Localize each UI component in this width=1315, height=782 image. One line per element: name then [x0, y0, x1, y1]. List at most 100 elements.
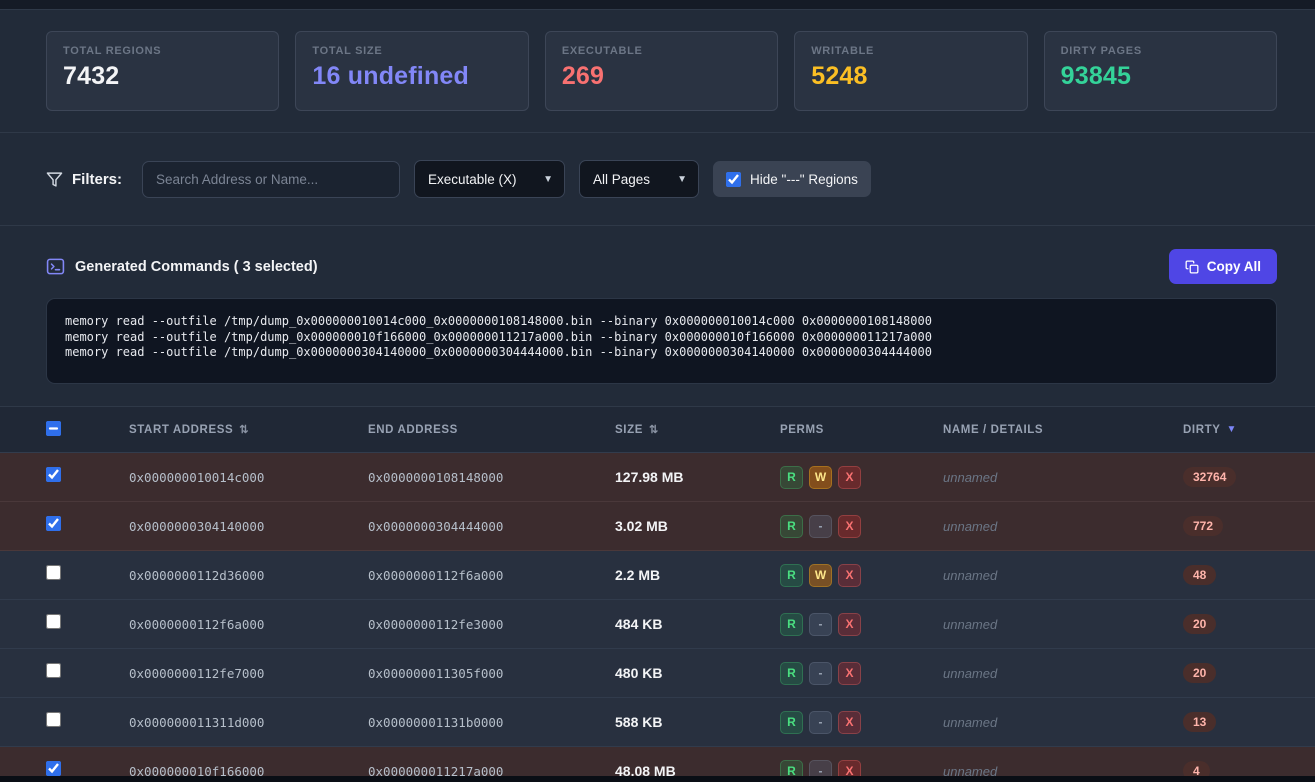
stats-row: TOTAL REGIONS 7432 TOTAL SIZE 16 undefin… [0, 10, 1315, 132]
end-address: 0x0000000112f6a000 [368, 568, 615, 583]
perms-badges: RWX [780, 564, 943, 587]
size-value: 2.2 MB [615, 567, 780, 583]
size-value: 480 KB [615, 665, 780, 681]
perm-badge: R [780, 711, 803, 734]
perm-badge: X [838, 466, 861, 489]
perm-badge: W [809, 564, 832, 587]
generated-commands-section: Generated Commands ( 3 selected) Copy Al… [0, 226, 1315, 407]
size-value: 484 KB [615, 616, 780, 632]
table-header: START ADDRESS ⇅ END ADDRESS SIZE ⇅ PERMS… [0, 407, 1315, 453]
filters-title: Filters: [46, 171, 122, 188]
row-checkbox[interactable] [46, 712, 61, 727]
hide-regions-checkbox[interactable] [726, 172, 741, 187]
region-name: unnamed [943, 617, 1183, 632]
start-address: 0x0000000112d36000 [129, 568, 368, 583]
terminal-icon [46, 257, 65, 276]
stat-label: EXECUTABLE [562, 45, 761, 57]
stat-card: WRITABLE 5248 [794, 31, 1027, 111]
pages-filter-select[interactable]: All Pages ▼ [579, 160, 699, 198]
row-checkbox[interactable] [46, 761, 61, 776]
row-checkbox[interactable] [46, 565, 61, 580]
region-name: unnamed [943, 666, 1183, 681]
region-name: unnamed [943, 470, 1183, 485]
region-name: unnamed [943, 568, 1183, 583]
dirty-badge: 13 [1183, 712, 1216, 732]
start-address: 0x0000000112fe7000 [129, 666, 368, 681]
dirty-badge: 20 [1183, 614, 1216, 634]
end-address: 0x0000000108148000 [368, 470, 615, 485]
end-address: 0x00000001131b0000 [368, 715, 615, 730]
perm-badge: X [838, 515, 861, 538]
perms-badges: R-X [780, 613, 943, 636]
perms-badges: R-X [780, 662, 943, 685]
end-address: 0x0000000304444000 [368, 519, 615, 534]
column-header-dirty[interactable]: DIRTY ▼ [1183, 424, 1277, 436]
size-value: 127.98 MB [615, 469, 780, 485]
start-address: 0x000000011311d000 [129, 715, 368, 730]
region-name: unnamed [943, 715, 1183, 730]
stat-value: 16 undefined [312, 62, 511, 91]
stat-card: DIRTY PAGES 93845 [1044, 31, 1277, 111]
perm-badge: X [838, 613, 861, 636]
row-checkbox[interactable] [46, 663, 61, 678]
perm-badge: R [780, 662, 803, 685]
commands-title-wrap: Generated Commands ( 3 selected) [46, 257, 318, 276]
perm-badge: X [838, 564, 861, 587]
sort-icon: ⇅ [239, 423, 249, 436]
row-checkbox[interactable] [46, 614, 61, 629]
executable-filter-value: Executable (X) [428, 172, 517, 187]
stat-label: TOTAL SIZE [312, 45, 511, 57]
select-all-checkbox[interactable] [46, 421, 61, 436]
dirty-badge: 772 [1183, 516, 1223, 536]
perm-badge: R [780, 466, 803, 489]
table-row[interactable]: 0x0000000304140000 0x0000000304444000 3.… [0, 502, 1315, 551]
size-value: 588 KB [615, 714, 780, 730]
table-row[interactable]: 0x0000000112fe7000 0x000000011305f000 48… [0, 649, 1315, 698]
search-input[interactable] [142, 161, 400, 198]
perms-badges: R-X [780, 711, 943, 734]
bottom-edge-bar [0, 776, 1315, 782]
table-row[interactable]: 0x0000000112d36000 0x0000000112f6a000 2.… [0, 551, 1315, 600]
stat-value: 5248 [811, 62, 1010, 91]
filter-funnel-icon [46, 171, 63, 188]
start-address: 0x000000010014c000 [129, 470, 368, 485]
dirty-badge: 20 [1183, 663, 1216, 683]
end-address: 0x000000011305f000 [368, 666, 615, 681]
stat-value: 269 [562, 62, 761, 91]
executable-filter-select[interactable]: Executable (X) ▼ [414, 160, 565, 198]
hide-regions-label: Hide "---" Regions [750, 172, 858, 187]
copy-all-label: Copy All [1207, 259, 1261, 274]
table-body: 0x000000010014c000 0x0000000108148000 12… [0, 453, 1315, 782]
hide-regions-toggle[interactable]: Hide "---" Regions [713, 161, 871, 197]
perm-badge: X [838, 711, 861, 734]
table-row[interactable]: 0x000000010014c000 0x0000000108148000 12… [0, 453, 1315, 502]
dirty-badge: 32764 [1183, 467, 1236, 487]
column-header-end-address[interactable]: END ADDRESS [368, 424, 615, 436]
stat-value: 93845 [1061, 62, 1260, 91]
start-address: 0x0000000304140000 [129, 519, 368, 534]
stat-card: TOTAL SIZE 16 undefined [295, 31, 528, 111]
copy-all-button[interactable]: Copy All [1169, 249, 1277, 284]
row-checkbox[interactable] [46, 516, 61, 531]
perm-badge: - [809, 711, 832, 734]
column-header-start-address[interactable]: START ADDRESS ⇅ [129, 423, 368, 436]
table-row[interactable]: 0x0000000112f6a000 0x0000000112fe3000 48… [0, 600, 1315, 649]
pages-filter-value: All Pages [593, 172, 650, 187]
perm-badge: R [780, 564, 803, 587]
end-address: 0x0000000112fe3000 [368, 617, 615, 632]
column-header-name: NAME / DETAILS [943, 424, 1183, 436]
size-value: 3.02 MB [615, 518, 780, 534]
commands-title: Generated Commands ( 3 selected) [75, 259, 318, 275]
perm-badge: - [809, 515, 832, 538]
stat-card: EXECUTABLE 269 [545, 31, 778, 111]
column-header-size[interactable]: SIZE ⇅ [615, 423, 780, 436]
column-header-perms: PERMS [780, 424, 943, 436]
command-output[interactable]: memory read --outfile /tmp/dump_0x000000… [46, 298, 1277, 384]
filters-label: Filters: [72, 171, 122, 188]
sort-desc-icon: ▼ [1227, 424, 1238, 435]
perm-badge: X [838, 662, 861, 685]
stat-label: TOTAL REGIONS [63, 45, 262, 57]
table-row[interactable]: 0x000000011311d000 0x00000001131b0000 58… [0, 698, 1315, 747]
dirty-badge: 48 [1183, 565, 1216, 585]
row-checkbox[interactable] [46, 467, 61, 482]
